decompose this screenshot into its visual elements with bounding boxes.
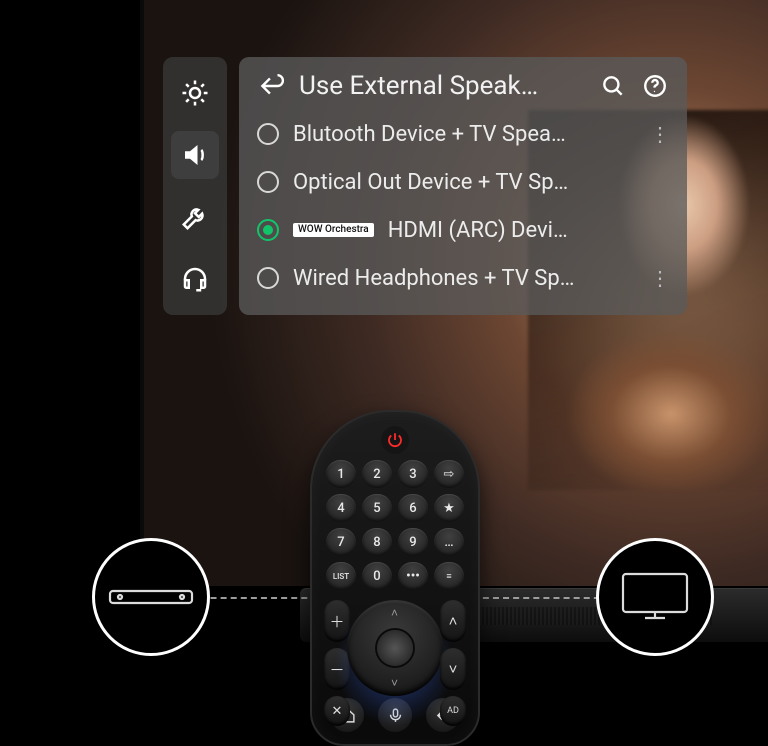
option-label: Wired Headphones + TV Sp… xyxy=(293,266,636,291)
mic-icon xyxy=(387,707,404,724)
num-3[interactable]: 3 xyxy=(398,460,428,488)
radio-icon xyxy=(257,219,279,241)
scroll-wheel[interactable]: ˄ ˅ xyxy=(347,600,443,696)
more-apps-button[interactable]: … xyxy=(434,528,464,556)
radio-icon xyxy=(257,123,279,145)
option-label: Optical Out Device + TV Sp… xyxy=(293,170,669,195)
more-actions-button[interactable]: ••• xyxy=(398,562,428,590)
option-optical-tv[interactable]: Optical Out Device + TV Sp… xyxy=(257,163,669,201)
radio-icon xyxy=(257,267,279,289)
guide-button[interactable]: ≡ xyxy=(434,562,464,590)
tv-callout xyxy=(596,538,714,656)
mute-button[interactable]: ✕ xyxy=(324,696,350,726)
num-0[interactable]: 0 xyxy=(362,562,392,590)
brightness-icon xyxy=(180,78,210,108)
wrench-icon xyxy=(180,202,210,232)
num-1[interactable]: 1 xyxy=(326,460,356,488)
volume-down-button[interactable]: － xyxy=(324,648,350,690)
search-button[interactable] xyxy=(599,72,627,100)
settings-overlay: Use External Speak… Blutooth Device + TV… xyxy=(163,57,687,315)
option-label: Blutooth Device + TV Spea… xyxy=(293,122,636,147)
panel-header: Use External Speak… xyxy=(257,71,669,101)
list-button[interactable]: LIST xyxy=(326,562,356,590)
power-button[interactable] xyxy=(381,426,409,454)
num-4[interactable]: 4 xyxy=(326,494,356,522)
help-button[interactable] xyxy=(641,72,669,100)
option-label: HDMI (ARC) Devi… xyxy=(388,218,669,243)
speaker-icon xyxy=(180,140,210,170)
chevron-up-icon: ˄ xyxy=(391,606,398,620)
settings-nav-rail xyxy=(163,57,227,315)
chevron-down-icon: ˅ xyxy=(391,676,398,690)
num-7[interactable]: 7 xyxy=(326,528,356,556)
fav-button[interactable]: ★ xyxy=(434,494,464,522)
voice-button[interactable] xyxy=(378,698,412,732)
tv-icon xyxy=(619,570,691,624)
search-icon xyxy=(600,73,626,99)
num-2[interactable]: 2 xyxy=(362,460,392,488)
ad-button[interactable]: AD xyxy=(440,696,466,726)
number-pad: 1 2 3 ⇨ 4 5 6 ★ 7 8 9 … LIST 0 ••• ≡ xyxy=(326,460,464,590)
back-button[interactable] xyxy=(257,72,285,100)
option-wired-headphones[interactable]: Wired Headphones + TV Sp… xyxy=(257,259,669,297)
output-option-list: Blutooth Device + TV Spea… Optical Out D… xyxy=(257,115,669,297)
back-icon xyxy=(258,73,284,99)
input-button[interactable]: ⇨ xyxy=(434,460,464,488)
option-hdmi-arc[interactable]: WOW Orchestra HDMI (ARC) Devi… xyxy=(257,211,669,249)
wow-orchestra-badge: WOW Orchestra xyxy=(293,223,374,237)
option-bluetooth-tv[interactable]: Blutooth Device + TV Spea… xyxy=(257,115,669,153)
nav-general[interactable] xyxy=(171,193,219,241)
num-6[interactable]: 6 xyxy=(398,494,428,522)
nav-picture[interactable] xyxy=(171,69,219,117)
channel-down-button[interactable]: ˅ xyxy=(440,648,466,690)
help-icon xyxy=(642,73,668,99)
power-icon xyxy=(386,431,404,449)
num-8[interactable]: 8 xyxy=(362,528,392,556)
sound-output-panel: Use External Speak… Blutooth Device + TV… xyxy=(239,57,687,315)
headset-icon xyxy=(180,264,210,294)
soundbar-icon xyxy=(108,583,194,611)
volume-up-button[interactable]: ＋ xyxy=(324,600,350,642)
num-5[interactable]: 5 xyxy=(362,494,392,522)
channel-up-button[interactable]: ˄ xyxy=(440,600,466,642)
remote-control: 1 2 3 ⇨ 4 5 6 ★ 7 8 9 … LIST 0 ••• ≡ ＋ －… xyxy=(310,410,480,746)
soundbar-callout xyxy=(92,538,210,656)
radio-icon xyxy=(257,171,279,193)
num-9[interactable]: 9 xyxy=(398,528,428,556)
nav-sound[interactable] xyxy=(171,131,219,179)
panel-title: Use External Speak… xyxy=(299,71,585,101)
nav-support[interactable] xyxy=(171,255,219,303)
